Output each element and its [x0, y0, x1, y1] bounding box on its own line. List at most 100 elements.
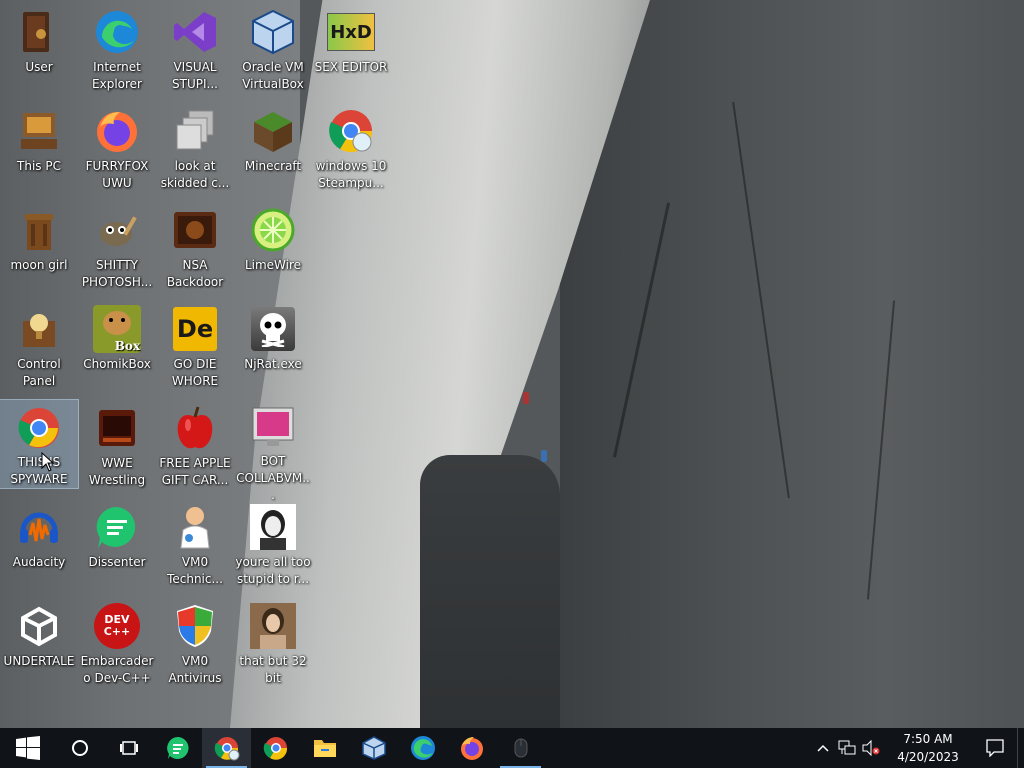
task-view-button[interactable] — [104, 728, 153, 768]
desktop-icon-njrat[interactable]: NjRat.exe — [234, 301, 312, 397]
windows-stack-icon — [171, 107, 219, 155]
minecraft-grass-icon — [249, 107, 297, 155]
taskbar-firefox[interactable] — [447, 728, 496, 768]
desktop-icon-bot-collabvm[interactable]: BOT COLLABVM... — [234, 400, 312, 502]
windows-logo-icon — [15, 736, 40, 760]
desktop-icon-chomikbox[interactable]: Box ChomikBox — [78, 301, 156, 397]
icon-label: ChomikBox — [83, 357, 151, 371]
cortana-circle-icon — [71, 740, 88, 756]
icon-label: look at skidded c... — [160, 159, 230, 190]
desktop-icon-minecraft[interactable]: Minecraft — [234, 103, 312, 199]
chevron-up-icon — [817, 744, 829, 752]
virtualbox-icon — [361, 736, 386, 760]
dev-cpp-text: DEV C++ — [103, 613, 131, 638]
technician-icon — [171, 503, 219, 551]
retro-computer-icon — [15, 107, 63, 155]
icon-label: VM0 Technic... — [167, 555, 223, 586]
taskbar-mouse-app[interactable] — [496, 728, 545, 768]
icon-label: FREE APPLE GIFT CAR... — [159, 456, 231, 487]
notification-icon — [986, 739, 1004, 757]
icon-label: Internet Explorer — [92, 60, 142, 91]
desktop-icon-limewire[interactable]: LimeWire — [234, 202, 312, 298]
visual-studio-icon — [171, 8, 219, 56]
taskbar-dissenter[interactable] — [153, 728, 202, 768]
network-button[interactable] — [835, 728, 859, 768]
desktop-icon-nsa-backdoor[interactable]: NSA Backdoor — [156, 202, 234, 298]
desktop-icon-windows-10-steampunk[interactable]: windows 10 Steampu... — [312, 103, 390, 199]
icon-label: windows 10 Steampu... — [315, 159, 387, 190]
start-button[interactable] — [0, 728, 55, 768]
show-desktop-button[interactable] — [1017, 728, 1024, 768]
icon-label: THIS IS SPYWARE — [10, 455, 68, 486]
hamster-box-icon: Box — [93, 305, 141, 353]
edge-icon — [93, 8, 141, 56]
icon-label: GO DIE WHORE — [171, 357, 219, 388]
icon-label: Dissenter — [88, 555, 146, 569]
trash-bin-icon — [15, 206, 63, 254]
desktop-icon-user[interactable]: User — [0, 4, 78, 100]
portrait-icon — [249, 503, 297, 551]
desktop-icon-go-die[interactable]: De GO DIE WHORE — [156, 301, 234, 397]
icon-label: User — [25, 60, 53, 74]
icon-label: youre all too stupid to r... — [235, 555, 311, 586]
show-hidden-icons-button[interactable] — [811, 728, 835, 768]
action-center-button[interactable] — [973, 728, 1017, 768]
hxd-text: HxD — [330, 21, 372, 43]
desktop-icon-dissenter[interactable]: Dissenter — [78, 499, 156, 595]
shield-icon — [171, 602, 219, 650]
dissenter-icon — [166, 737, 189, 759]
desktop-icon-moon-girl[interactable]: moon girl — [0, 202, 78, 298]
icon-label: NjRat.exe — [244, 357, 302, 371]
clock-time: 7:50 AM — [903, 732, 953, 746]
desktop-icon-visual-studio[interactable]: VISUAL STUPI... — [156, 4, 234, 100]
chrome-icon — [15, 404, 63, 451]
desktop-icon-dev-cpp[interactable]: DEV C++ Embarcadero Dev-C++ — [78, 598, 156, 694]
edge-icon — [410, 736, 435, 760]
volume-muted-icon — [862, 740, 880, 756]
apple-icon — [171, 404, 219, 452]
desktop-icon-that-but-32-bit[interactable]: that but 32 bit — [234, 598, 312, 694]
gimp-icon — [93, 206, 141, 254]
dev-cpp-icon: DEV C++ — [93, 602, 141, 650]
taskbar-chrome[interactable] — [251, 728, 300, 768]
desktop-icon-internet-explorer[interactable]: Internet Explorer — [78, 4, 156, 100]
desktop-icon-vm0-technician[interactable]: VM0 Technic... — [156, 499, 234, 595]
icon-label: Minecraft — [244, 159, 302, 173]
desktop-icon-sex-editor[interactable]: HxD SEX EDITOR — [312, 4, 390, 100]
search-button[interactable] — [55, 728, 104, 768]
dissenter-icon — [93, 503, 141, 551]
volume-button[interactable] — [859, 728, 883, 768]
chrome-canary-icon — [214, 737, 239, 761]
taskbar-edge[interactable] — [398, 728, 447, 768]
taskbar-clock[interactable]: 7:50 AM 4/20/2023 — [883, 730, 973, 766]
taskbar-chrome-canary[interactable] — [202, 728, 251, 768]
icon-label: LimeWire — [244, 258, 302, 272]
desktop-icon-undertale[interactable]: UNDERTALE — [0, 598, 78, 694]
desktop-icon-this-pc[interactable]: This PC — [0, 103, 78, 199]
icon-label: that but 32 bit — [239, 654, 307, 685]
icon-label: BOT COLLABVM... — [236, 454, 310, 502]
task-view-icon — [119, 741, 138, 755]
wallpaper-climber — [541, 450, 547, 462]
desktop-icon-audacity[interactable]: Audacity — [0, 499, 78, 595]
desktop-icon-look-at-skidded[interactable]: look at skidded c... — [156, 103, 234, 199]
chrome-canary-icon — [327, 107, 375, 155]
virtualbox-icon — [249, 8, 297, 56]
desktop-icon-virtualbox[interactable]: Oracle VM VirtualBox — [234, 4, 312, 100]
desktop-icon-youre-all-too-stupid[interactable]: youre all too stupid to r... — [234, 499, 312, 595]
monitor-icon — [249, 404, 297, 450]
desktop-icon-free-apple[interactable]: FREE APPLE GIFT CAR... — [156, 400, 234, 496]
taskbar-file-explorer[interactable] — [300, 728, 349, 768]
icon-label: NSA Backdoor — [166, 258, 224, 289]
desktop-icon-control-panel[interactable]: Control Panel — [0, 301, 78, 397]
desktop-icon-furryfox[interactable]: FURRYFOX UWU — [78, 103, 156, 199]
audacity-icon — [15, 503, 63, 551]
desktop-icon-wwe-wrestling[interactable]: WWE Wrestling — [78, 400, 156, 496]
taskbar-virtualbox[interactable] — [349, 728, 398, 768]
desktop-icon-shitty-photoshop[interactable]: SHITTY PHOTOSH... — [78, 202, 156, 298]
icon-label: Control Panel — [17, 357, 61, 388]
de-glyph: De — [176, 315, 214, 343]
desktop-icon-this-is-spyware[interactable]: THIS IS SPYWARE — [0, 399, 79, 489]
network-icon — [838, 740, 856, 755]
desktop-icon-vm0-antivirus[interactable]: VM0 Antivirus — [156, 598, 234, 694]
